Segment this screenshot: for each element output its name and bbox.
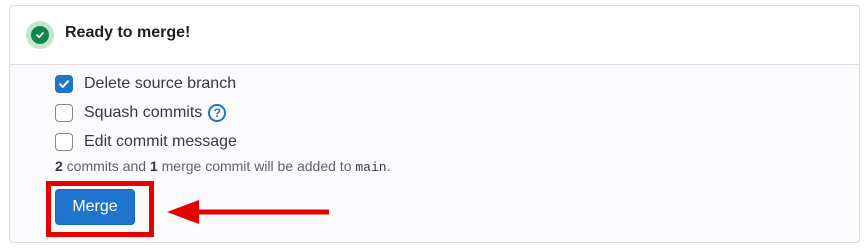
edit-commit-message-label[interactable]: Edit commit message [84,133,237,151]
target-branch: main [355,160,387,175]
delete-source-branch-checkbox[interactable] [55,75,73,93]
squash-commits-checkbox[interactable] [55,104,73,122]
merge-commit-text: merge commit will be added to [157,158,356,174]
checkmark-icon [59,80,69,88]
edit-commit-message-checkbox[interactable] [55,133,73,151]
merge-summary-text: 2 commits and 1 merge commit will be add… [55,158,390,175]
merge-commit-count: 1 [149,158,158,174]
commit-count: 2 [55,158,63,174]
merge-widget-header: Ready to merge! [10,6,859,65]
merge-status-title: Ready to merge! [65,24,191,41]
merge-button[interactable]: Merge [55,189,135,225]
squash-commits-option[interactable]: Squash commits ? [55,103,227,123]
commits-text: commits and [62,158,150,174]
left-arrow-icon [167,200,329,224]
squash-commits-label[interactable]: Squash commits [84,104,202,122]
check-circle-icon [31,26,49,44]
summary-end: . [386,158,391,174]
question-circle-icon[interactable]: ? [208,104,227,122]
edit-commit-message-option[interactable]: Edit commit message [55,132,237,152]
delete-source-branch-label[interactable]: Delete source branch [84,75,236,93]
delete-source-branch-option[interactable]: Delete source branch [55,74,236,94]
status-icon-ring [26,21,54,49]
